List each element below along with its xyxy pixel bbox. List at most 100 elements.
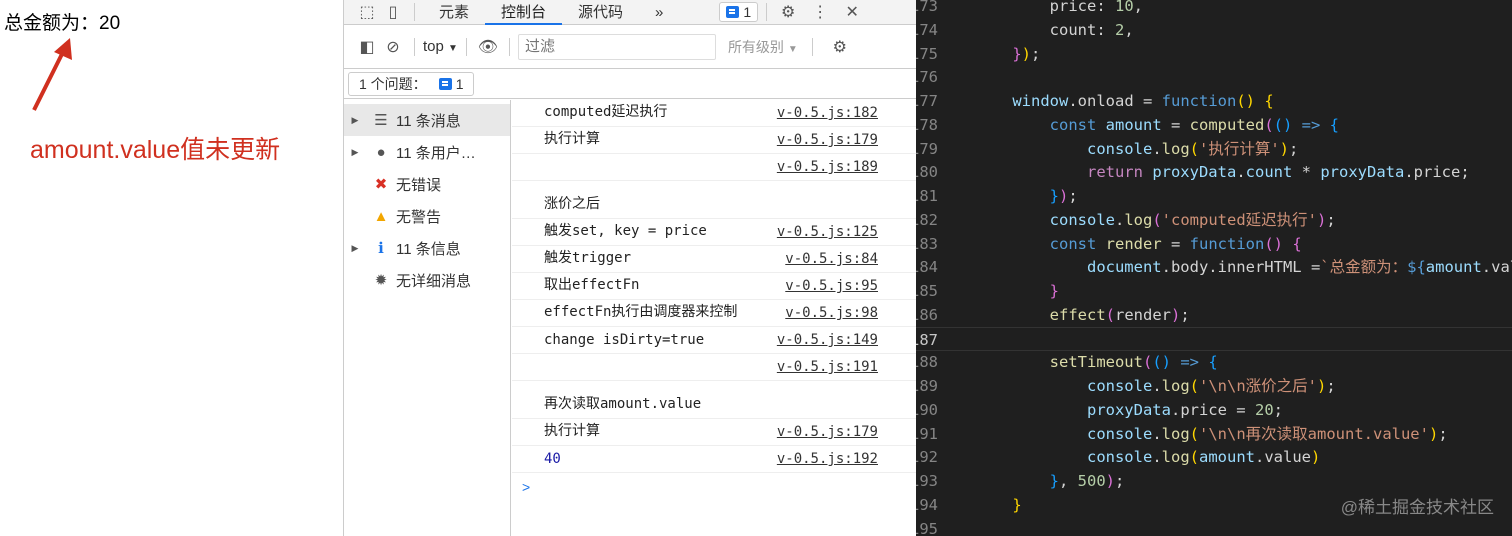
code-token: ) <box>1059 187 1069 205</box>
console-prompt[interactable]: > <box>512 473 916 501</box>
line-number: 185 <box>916 282 938 300</box>
code-token: console <box>1086 377 1153 395</box>
sidebar-item[interactable]: ▲ 无警告 <box>344 200 510 232</box>
log-source-link[interactable]: v-0.5.js:149 <box>777 332 878 348</box>
issues-button[interactable]: 1 个问题： 1 <box>348 71 475 96</box>
line-number: 175 <box>916 44 938 63</box>
log-source-link[interactable]: v-0.5.js:84 <box>785 251 878 267</box>
tab-console[interactable]: 控制台 <box>485 0 563 25</box>
code-token: => <box>1292 115 1330 134</box>
sidebar-toggle-icon[interactable]: ◧ <box>354 36 380 58</box>
code-token: ) <box>1279 139 1290 158</box>
code-editor[interactable]: @稀土掘金技术社区 173 price: 10,174 count: 2,175… <box>916 0 1512 536</box>
line-number: 181 <box>916 187 938 205</box>
code-token: : <box>1096 0 1115 15</box>
code-token: ) <box>1171 305 1181 324</box>
code-token: .body.innerHTML = <box>1161 258 1321 277</box>
code-token: ) <box>1317 210 1327 229</box>
log-row: v-0.5.js:189 <box>512 154 916 181</box>
log-source-link[interactable]: v-0.5.js:125 <box>777 224 878 240</box>
sidebar-item[interactable]: ✹ 无详细消息 <box>344 264 510 296</box>
log-message: 触发trigger <box>544 250 632 266</box>
code-token: `总金额为： <box>1320 258 1408 277</box>
context-select[interactable]: top ▼ <box>423 38 458 55</box>
more-options-icon[interactable]: ⋮ <box>807 1 833 23</box>
code-token: console <box>1086 424 1153 443</box>
sidebar-item-label: 无错误 <box>396 176 442 194</box>
filter-input[interactable] <box>517 33 716 60</box>
inspect-element-icon[interactable]: ⬚ <box>354 1 380 23</box>
code-text: count: 2, <box>975 18 1134 42</box>
log-row: 再次读取amount.value <box>512 381 916 419</box>
list-icon: ☰ <box>374 112 388 129</box>
log-row: 取出effectFn v-0.5.js:95 <box>512 273 916 300</box>
log-source-link[interactable]: v-0.5.js:95 <box>785 278 878 294</box>
code-token: { <box>1292 234 1302 253</box>
code-token: , <box>1059 472 1078 490</box>
code-line: 174 count: 2, <box>916 18 1512 42</box>
line-number: 187 <box>916 330 938 349</box>
info-icon: ℹ <box>378 240 384 257</box>
code-token: const <box>1049 234 1106 253</box>
code-token: = <box>1161 234 1190 253</box>
expand-arrow-icon: ▶ <box>351 114 359 125</box>
log-message: 执行计算 <box>544 423 600 439</box>
code-token: '执行计算' <box>1199 139 1280 158</box>
code-token: log <box>1161 424 1190 443</box>
code-token: ; <box>1326 377 1336 395</box>
code-token: ; <box>1289 139 1299 158</box>
code-token: () <box>1264 234 1283 253</box>
code-line: 195 <box>916 517 1512 536</box>
code-token: ( <box>1152 210 1162 229</box>
sidebar-item[interactable]: ▶ ☰ 11 条消息 <box>344 104 510 136</box>
live-expression-eye-icon[interactable]: 👁 <box>475 36 501 58</box>
code-token: const <box>1049 115 1106 134</box>
log-message: change isDirty=true <box>544 332 705 348</box>
warning-icon: ▲ <box>373 207 389 225</box>
log-source-link[interactable]: v-0.5.js:179 <box>777 424 878 440</box>
device-toolbar-icon[interactable]: ▯ <box>380 1 406 23</box>
code-token: ; <box>1438 424 1448 443</box>
console-settings-gear-icon[interactable]: ⚙ <box>827 36 853 58</box>
line-number: 178 <box>916 115 938 134</box>
more-tabs-button[interactable]: » <box>639 0 679 25</box>
divider <box>414 3 415 21</box>
log-source-link[interactable]: v-0.5.js:179 <box>777 132 878 148</box>
code-token: . <box>1152 139 1162 158</box>
sidebar-item[interactable]: ▶ ℹ 11 条信息 <box>344 232 510 264</box>
sidebar-item[interactable]: ✖ 无错误 <box>344 168 510 200</box>
log-source-link[interactable]: v-0.5.js:189 <box>777 159 878 175</box>
code-token: log <box>1161 377 1190 395</box>
code-token: amount <box>1105 115 1162 134</box>
rendered-page: 总金额为：20 amount.value值未更新 <box>0 0 343 536</box>
code-token: ; <box>1031 44 1041 63</box>
close-icon[interactable]: ✕ <box>839 1 865 23</box>
code-token: ( <box>1189 448 1199 467</box>
code-token: document <box>1086 258 1162 277</box>
code-token: ( <box>1264 115 1274 134</box>
settings-gear-icon[interactable]: ⚙ <box>775 1 801 23</box>
code-line: 187 <box>916 326 1512 351</box>
log-source-link[interactable]: v-0.5.js:191 <box>777 359 878 375</box>
code-token: => <box>1171 353 1209 372</box>
code-text: }); <box>975 184 1078 208</box>
code-token: ( <box>1189 377 1199 395</box>
code-text: return proxyData.count * proxyData.price… <box>975 160 1470 184</box>
tab-elements[interactable]: 元素 <box>423 0 485 25</box>
code-token: console <box>1049 210 1115 229</box>
issues-badge-button[interactable]: 1 <box>719 2 759 22</box>
code-token: : <box>1096 20 1115 39</box>
clear-console-icon[interactable]: ⊘ <box>380 36 406 58</box>
log-source-link[interactable]: v-0.5.js:98 <box>785 305 878 321</box>
tab-sources[interactable]: 源代码 <box>562 0 639 25</box>
log-source-link[interactable]: v-0.5.js:192 <box>777 451 878 467</box>
log-source-link[interactable]: v-0.5.js:182 <box>777 105 878 121</box>
log-levels-select[interactable]: 所有级别 ▼ <box>728 37 798 57</box>
code-line: 177 window.onload = function() { <box>916 89 1512 113</box>
sidebar-item[interactable]: ▶ ● 11 条用户… <box>344 136 510 168</box>
